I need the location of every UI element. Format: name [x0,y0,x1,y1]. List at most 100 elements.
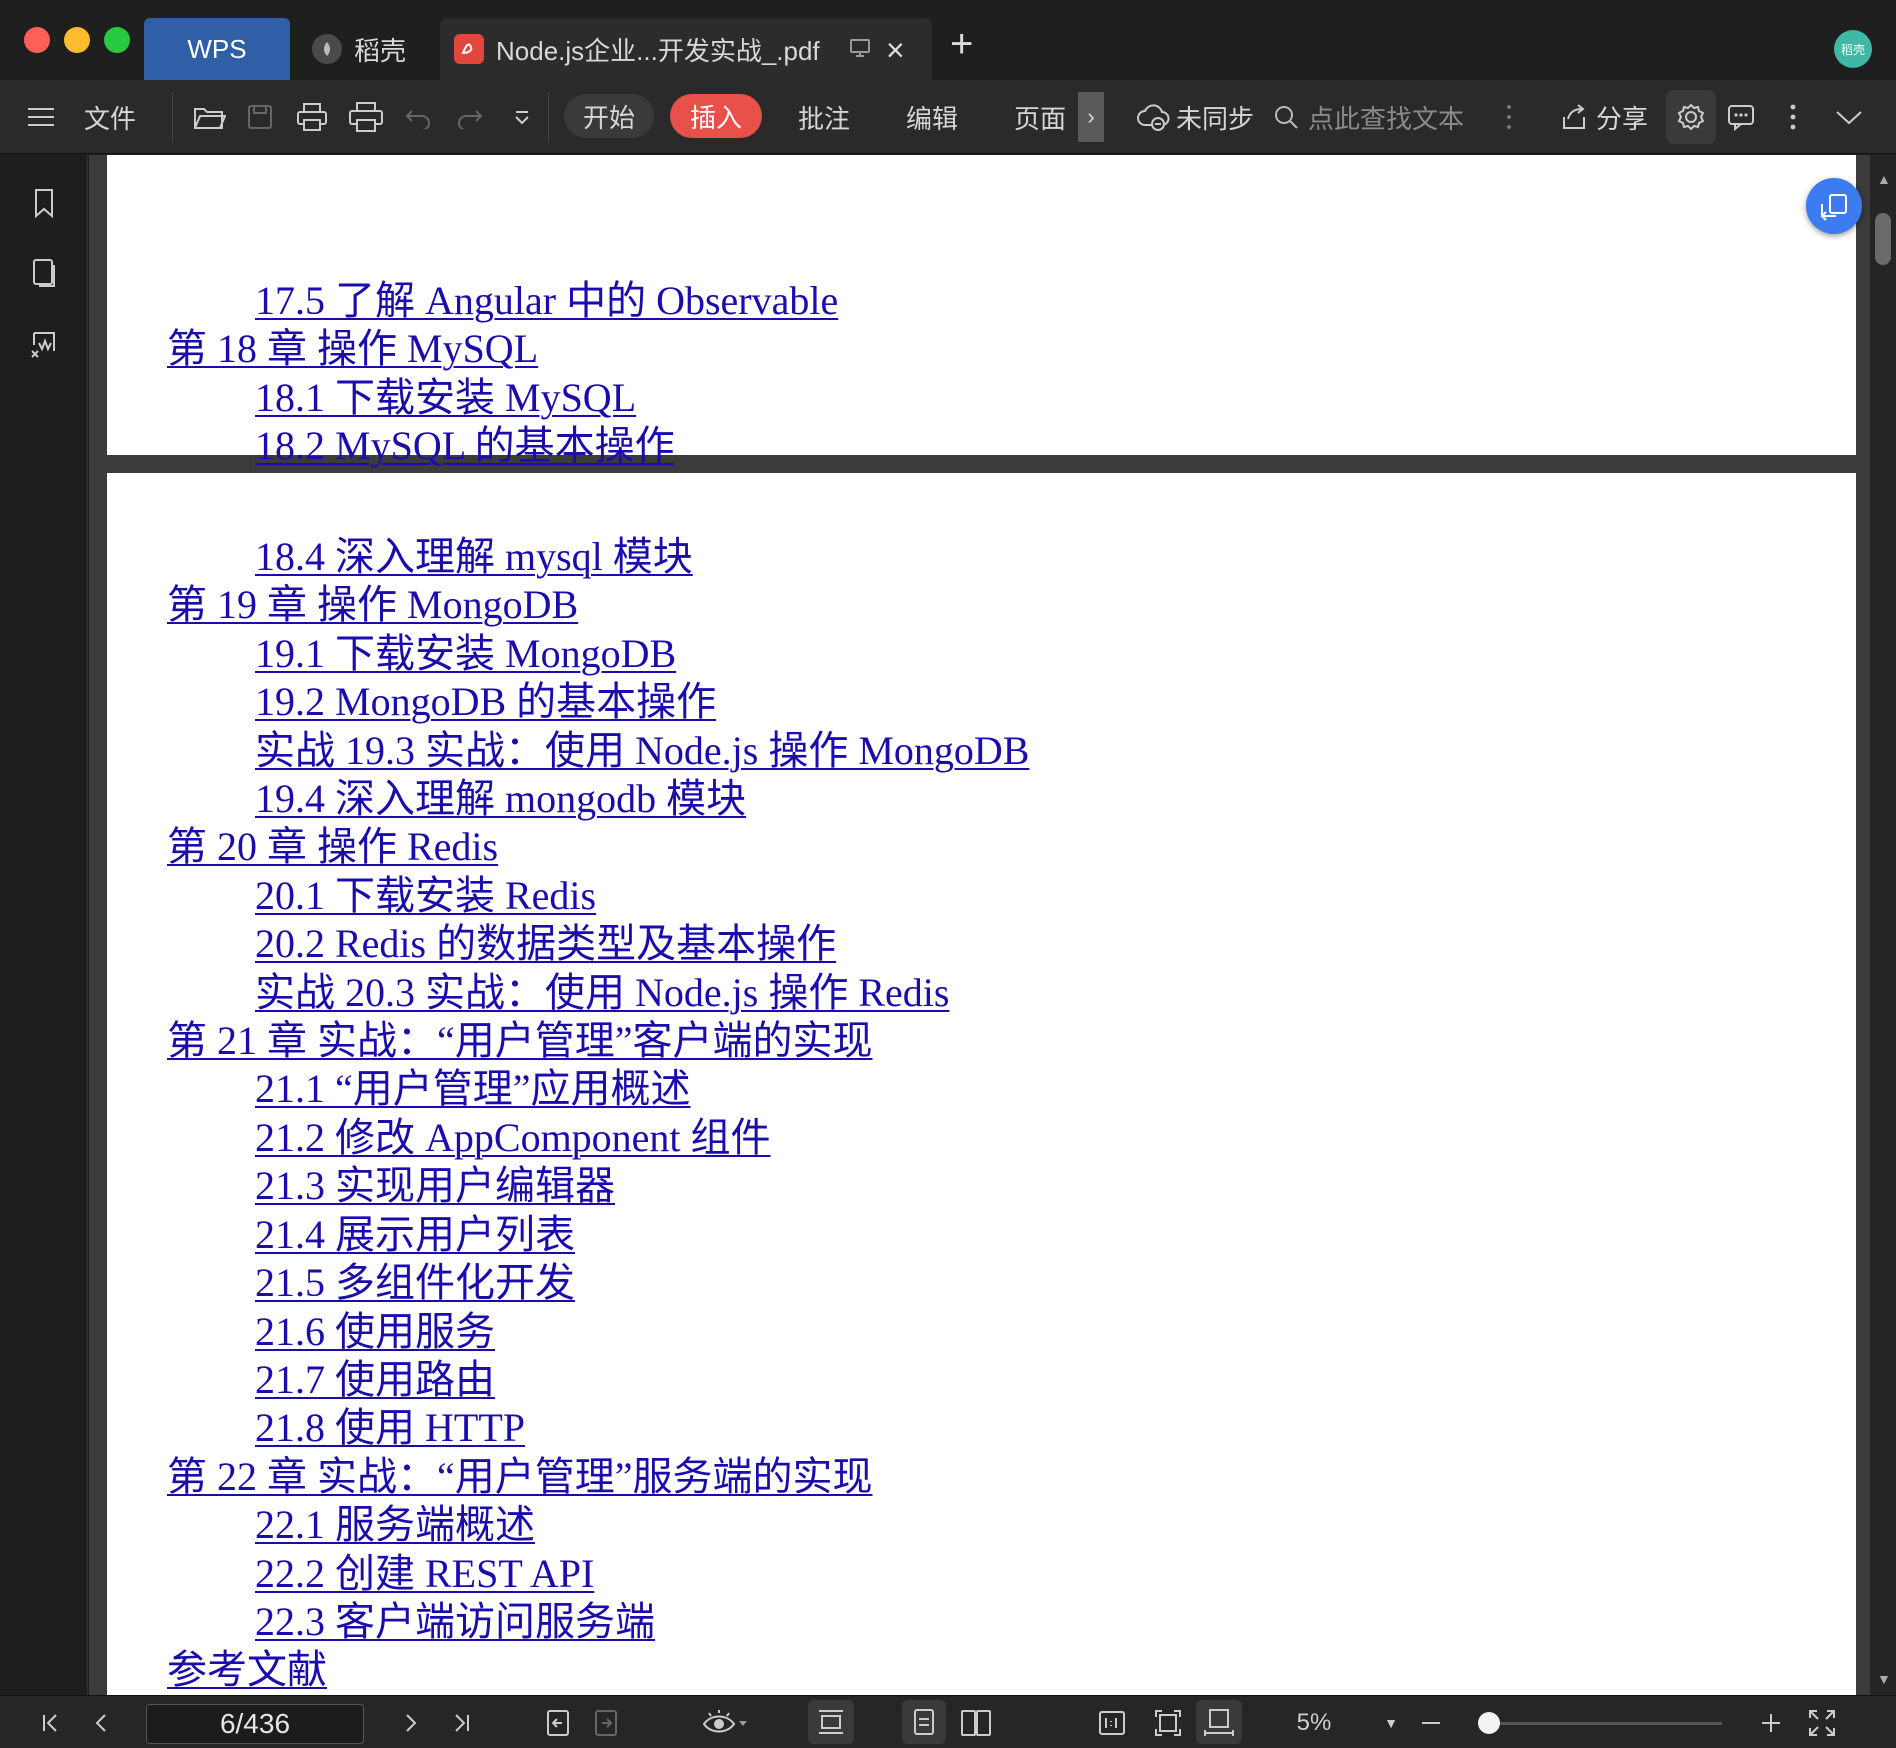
previous-page-icon[interactable] [86,1696,116,1748]
eye-protection-icon[interactable] [696,1696,752,1748]
toc-chapter-link[interactable]: 第 20 章 操作 Redis [167,823,1029,871]
open-folder-icon[interactable] [192,80,226,154]
toc-section-link[interactable]: 21.1 “用户管理”应用概述 [167,1065,1029,1113]
redo-icon[interactable] [456,80,484,154]
toc-section-link[interactable]: 21.5 多组件化开发 [167,1259,1029,1307]
collapse-ribbon-chevron-down-icon[interactable] [1834,80,1864,154]
share-button[interactable]: 分享 [1560,80,1648,154]
tab-start[interactable]: 开始 [564,94,654,138]
fit-page-icon[interactable] [1148,1696,1188,1748]
batch-print-icon[interactable] [348,80,384,154]
file-menu[interactable]: 文件 [84,80,136,154]
tab-edit[interactable]: 编辑 [906,80,958,154]
tab-start-label: 开始 [582,102,635,133]
undo-icon[interactable] [404,80,432,154]
toc-section-link[interactable]: 21.4 展示用户列表 [167,1211,1029,1259]
zoom-slider-thumb[interactable] [1478,1712,1501,1734]
toc-section-link[interactable]: 21.2 修改 AppComponent 组件 [167,1114,1029,1162]
previous-view-icon[interactable] [540,1696,576,1748]
toc-section-link[interactable]: 21.6 使用服务 [167,1308,1029,1356]
search-icon [1272,103,1300,131]
save-icon[interactable] [246,80,274,154]
close-window-button[interactable] [24,27,50,53]
tab-page[interactable]: 页面 [1014,80,1066,154]
tab-daoke[interactable]: 稻壳 [304,18,434,80]
scrollbar-thumb[interactable] [1875,213,1891,265]
toc-section-link[interactable]: 17.5 了解 Angular 中的 Observable [167,277,989,325]
toc-section-link[interactable]: 19.2 MongoDB 的基本操作 [167,678,1029,726]
next-page-icon[interactable] [396,1696,426,1748]
search-placeholder: 点此查找文本 [1308,103,1465,134]
toc-chapter-link[interactable]: 参考文献 [167,1646,1029,1694]
toc-chapter-link[interactable]: 第 21 章 实战：“用户管理”客户端的实现 [167,1017,1029,1065]
toc-section-link[interactable]: 21.7 使用路由 [167,1356,1029,1404]
more-options-icon[interactable] [1790,80,1796,154]
pdf-page: 17.5 了解 Angular 中的 Observable 第 18 章 操作 M… [107,155,1856,517]
toc-section-link[interactable]: 22.3 客户端访问服务端 [167,1598,1029,1646]
page-number-input[interactable] [146,1704,364,1744]
signature-icon[interactable] [26,327,62,363]
comment-icon[interactable] [1726,80,1756,154]
tab-annotate[interactable]: 批注 [798,80,850,154]
print-icon[interactable] [296,80,328,154]
fullscreen-icon[interactable] [1804,1696,1840,1748]
zoom-dropdown-chevron-icon[interactable]: ▼ [1380,1696,1402,1748]
toc-section-link[interactable]: 18.4 深入理解 mysql 模块 [167,533,1029,581]
more-tabs-chevron-right-icon[interactable]: › [1078,92,1104,142]
quick-access-dropdown-icon[interactable] [512,80,532,154]
toc-section-link[interactable]: 21.8 使用 HTTP [167,1404,1029,1452]
vertical-scrollbar[interactable]: ▲ ▼ [1870,155,1896,1695]
sync-status[interactable]: 未同步 [1136,80,1254,154]
document-viewport[interactable]: 17.5 了解 Angular 中的 Observable 第 18 章 操作 M… [89,155,1870,1695]
toc-section-link[interactable]: 19.1 下载安装 MongoDB [167,630,1029,678]
pdf-page: 18.4 深入理解 mysql 模块第 19 章 操作 MongoDB 19.1 … [107,473,1856,1695]
tab-wps[interactable]: WPS [144,18,290,80]
monitor-icon[interactable] [848,36,872,60]
toc-chapter-link[interactable]: 第 18 章 操作 MySQL [167,325,989,373]
toc-section-link[interactable]: 21.3 实现用户编辑器 [167,1162,1029,1210]
toc-section-link[interactable]: 18.2 MySQL 的基本操作 [167,422,989,470]
toc-section-link[interactable]: 22.1 服务端概述 [167,1501,1029,1549]
next-view-icon[interactable] [588,1696,624,1748]
sync-status-label: 未同步 [1176,103,1255,134]
toc-section-link[interactable]: 22.2 创建 REST API [167,1550,1029,1598]
double-page-icon[interactable] [954,1696,998,1748]
toc-chapter-link[interactable]: 第 19 章 操作 MongoDB [167,581,1029,629]
actual-size-icon[interactable] [1092,1696,1132,1748]
toc-section-link[interactable]: 实战 19.3 实战：使用 Node.js 操作 MongoDB [167,727,1029,775]
single-page-icon[interactable] [902,1700,946,1744]
zoom-level[interactable]: 5% [1286,1696,1342,1748]
menu-icon[interactable] [26,80,56,154]
avatar[interactable]: 稻壳 [1834,30,1872,68]
maximize-window-button[interactable] [104,27,130,53]
floating-convert-icon[interactable] [1806,178,1862,234]
search-box[interactable]: 点此查找文本 [1272,80,1464,154]
tab-wps-label: WPS [187,33,247,64]
last-page-icon[interactable] [446,1696,476,1748]
new-tab-button[interactable]: + [950,22,973,67]
toc-section-link[interactable]: 19.4 深入理解 mongodb 模块 [167,775,1029,823]
zoom-in-icon[interactable] [1756,1696,1786,1748]
toolbar-divider [172,92,173,142]
toc-section-link[interactable]: 18.1 下载安装 MySQL [167,374,989,422]
vertical-dots-icon[interactable] [1506,80,1512,154]
scroll-up-arrow-icon[interactable]: ▲ [1877,171,1891,187]
continuous-scroll-icon[interactable] [808,1700,854,1744]
thumbnails-icon[interactable] [26,255,62,291]
toc-section-link[interactable]: 20.2 Redis 的数据类型及基本操作 [167,920,1029,968]
scroll-down-arrow-icon[interactable]: ▼ [1877,1671,1891,1687]
settings-gear-icon[interactable] [1666,90,1716,144]
bookmark-icon[interactable] [26,185,62,221]
tab-insert[interactable]: 插入 [670,94,762,138]
zoom-slider-track[interactable] [1482,1722,1722,1725]
toc-chapter-link[interactable]: 第 22 章 实战：“用户管理”服务端的实现 [167,1453,1029,1501]
minimize-window-button[interactable] [64,27,90,53]
toc-section-link[interactable]: 实战 20.3 实战：使用 Node.js 操作 Redis [167,969,1029,1017]
tab-page-label: 页面 [1014,103,1067,134]
zoom-out-icon[interactable] [1416,1696,1446,1748]
fit-width-icon[interactable] [1196,1700,1242,1744]
close-tab-icon[interactable]: × [886,32,905,69]
tab-pdf-document[interactable]: Node.js企业...开发实战_.pdf × [440,18,932,80]
toc-section-link[interactable]: 20.1 下载安装 Redis [167,872,1029,920]
first-page-icon[interactable] [36,1696,66,1748]
